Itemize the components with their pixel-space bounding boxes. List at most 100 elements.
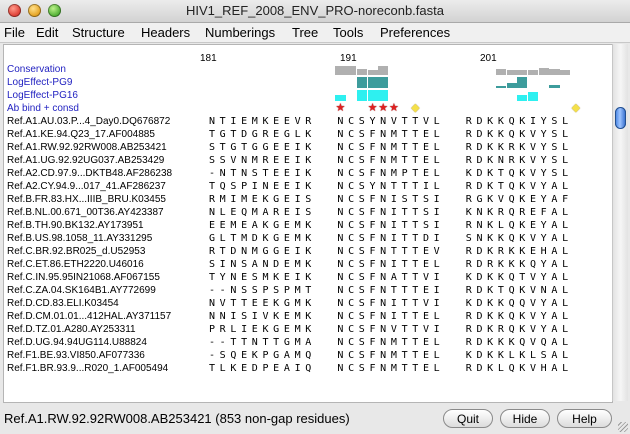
- sequence-row[interactable]: Ref.B.US.98.1058_11.AY331295 G L T M D K G E M K N C…: [4, 232, 612, 245]
- residue[interactable]: T: [400, 362, 410, 375]
- residue[interactable]: I: [432, 219, 442, 232]
- residue[interactable]: D: [475, 141, 485, 154]
- residue[interactable]: N: [207, 297, 217, 310]
- residue[interactable]: K: [496, 258, 506, 271]
- residue[interactable]: I: [293, 141, 303, 154]
- residue[interactable]: Q: [517, 336, 527, 349]
- residue[interactable]: S: [207, 154, 217, 167]
- residue[interactable]: Y: [539, 167, 549, 180]
- residue[interactable]: A: [250, 258, 260, 271]
- residue[interactable]: S: [357, 284, 367, 297]
- sequence-row[interactable]: Ref.A1.UG.92.92UG037.AB253429 S S V N M R E E I K N…: [4, 154, 612, 167]
- menu-file[interactable]: File: [4, 25, 25, 40]
- residue[interactable]: R: [507, 141, 517, 154]
- residue[interactable]: K: [496, 115, 506, 128]
- residue[interactable]: R: [464, 154, 474, 167]
- residue[interactable]: N: [378, 206, 388, 219]
- residue[interactable]: K: [485, 232, 495, 245]
- residue[interactable]: L: [432, 362, 442, 375]
- annotation-name[interactable]: Ab bind + consd: [7, 102, 79, 115]
- residue[interactable]: L: [218, 362, 228, 375]
- residue[interactable]: K: [485, 141, 495, 154]
- residue[interactable]: M: [293, 232, 303, 245]
- residue[interactable]: N: [239, 154, 249, 167]
- residue[interactable]: M: [228, 219, 238, 232]
- residue[interactable]: K: [303, 323, 313, 336]
- residue[interactable]: G: [282, 336, 292, 349]
- residue[interactable]: G: [271, 349, 281, 362]
- residue[interactable]: K: [496, 271, 506, 284]
- residue[interactable]: K: [485, 245, 495, 258]
- residue[interactable]: Y: [539, 258, 549, 271]
- residue[interactable]: N: [378, 362, 388, 375]
- residue[interactable]: S: [357, 154, 367, 167]
- residue[interactable]: K: [464, 206, 474, 219]
- residue[interactable]: T: [261, 336, 271, 349]
- residue[interactable]: L: [560, 115, 570, 128]
- residue[interactable]: G: [218, 128, 228, 141]
- residue[interactable]: A: [389, 271, 399, 284]
- residue[interactable]: D: [475, 349, 485, 362]
- residue[interactable]: L: [560, 219, 570, 232]
- residue[interactable]: K: [517, 245, 527, 258]
- residue[interactable]: I: [293, 206, 303, 219]
- sequence-row[interactable]: Ref.D.CM.01.01...412HAL.AY371157 N N I S I V K E…: [4, 310, 612, 323]
- residue[interactable]: E: [271, 128, 281, 141]
- residue[interactable]: E: [239, 271, 249, 284]
- residue[interactable]: A: [549, 219, 559, 232]
- residue[interactable]: N: [335, 232, 345, 245]
- residue[interactable]: L: [432, 310, 442, 323]
- residue[interactable]: T: [400, 258, 410, 271]
- residue[interactable]: L: [560, 271, 570, 284]
- residue[interactable]: S: [421, 219, 431, 232]
- residue[interactable]: L: [560, 362, 570, 375]
- residue[interactable]: N: [335, 297, 345, 310]
- residue[interactable]: F: [368, 284, 378, 297]
- residue[interactable]: I: [250, 310, 260, 323]
- residue[interactable]: C: [346, 323, 356, 336]
- residue[interactable]: L: [432, 180, 442, 193]
- residue[interactable]: K: [485, 336, 495, 349]
- sequence-name[interactable]: Ref.A1.AU.03.P...4_Day0.DQ676872: [7, 115, 170, 128]
- residue[interactable]: F: [368, 206, 378, 219]
- residue[interactable]: N: [378, 284, 388, 297]
- residue[interactable]: D: [475, 310, 485, 323]
- sequence-name[interactable]: Ref.B.NL.00.671_00T36.AY423387: [7, 206, 164, 219]
- residue[interactable]: Q: [303, 349, 313, 362]
- residue[interactable]: I: [228, 193, 238, 206]
- residue[interactable]: T: [400, 297, 410, 310]
- residue[interactable]: N: [218, 167, 228, 180]
- residue[interactable]: M: [293, 219, 303, 232]
- residue[interactable]: I: [239, 323, 249, 336]
- residue[interactable]: K: [485, 323, 495, 336]
- residue[interactable]: Q: [507, 310, 517, 323]
- residue[interactable]: N: [475, 206, 485, 219]
- residue[interactable]: F: [368, 193, 378, 206]
- residue[interactable]: V: [421, 323, 431, 336]
- sequence-name[interactable]: Ref.A2.CY.94.9...017_41.AF286237: [7, 180, 166, 193]
- residue[interactable]: T: [400, 349, 410, 362]
- residue[interactable]: I: [432, 323, 442, 336]
- residue[interactable]: I: [293, 245, 303, 258]
- residue[interactable]: R: [464, 193, 474, 206]
- residue[interactable]: T: [400, 245, 410, 258]
- sequence-name[interactable]: Ref.F1.BR.93.9...R020_1.AF005494: [7, 362, 168, 375]
- residue[interactable]: E: [282, 258, 292, 271]
- residue[interactable]: T: [410, 219, 420, 232]
- residue[interactable]: L: [560, 128, 570, 141]
- residue[interactable]: A: [549, 271, 559, 284]
- residue[interactable]: S: [357, 258, 367, 271]
- sequence-name[interactable]: Ref.F1.BE.93.VI850.AF077336: [7, 349, 145, 362]
- residue[interactable]: A: [549, 297, 559, 310]
- residue[interactable]: K: [517, 258, 527, 271]
- residue[interactable]: Q: [507, 167, 517, 180]
- residue[interactable]: N: [207, 115, 217, 128]
- residue[interactable]: K: [250, 349, 260, 362]
- residue[interactable]: S: [357, 310, 367, 323]
- residue[interactable]: -: [218, 336, 228, 349]
- menu-structure[interactable]: Structure: [72, 25, 125, 40]
- residue[interactable]: C: [346, 128, 356, 141]
- residue[interactable]: T: [400, 310, 410, 323]
- sequence-row[interactable]: Ref.D.UG.94.94UG114.U88824- - T T N T T G M A N C S F…: [4, 336, 612, 349]
- residue[interactable]: N: [378, 154, 388, 167]
